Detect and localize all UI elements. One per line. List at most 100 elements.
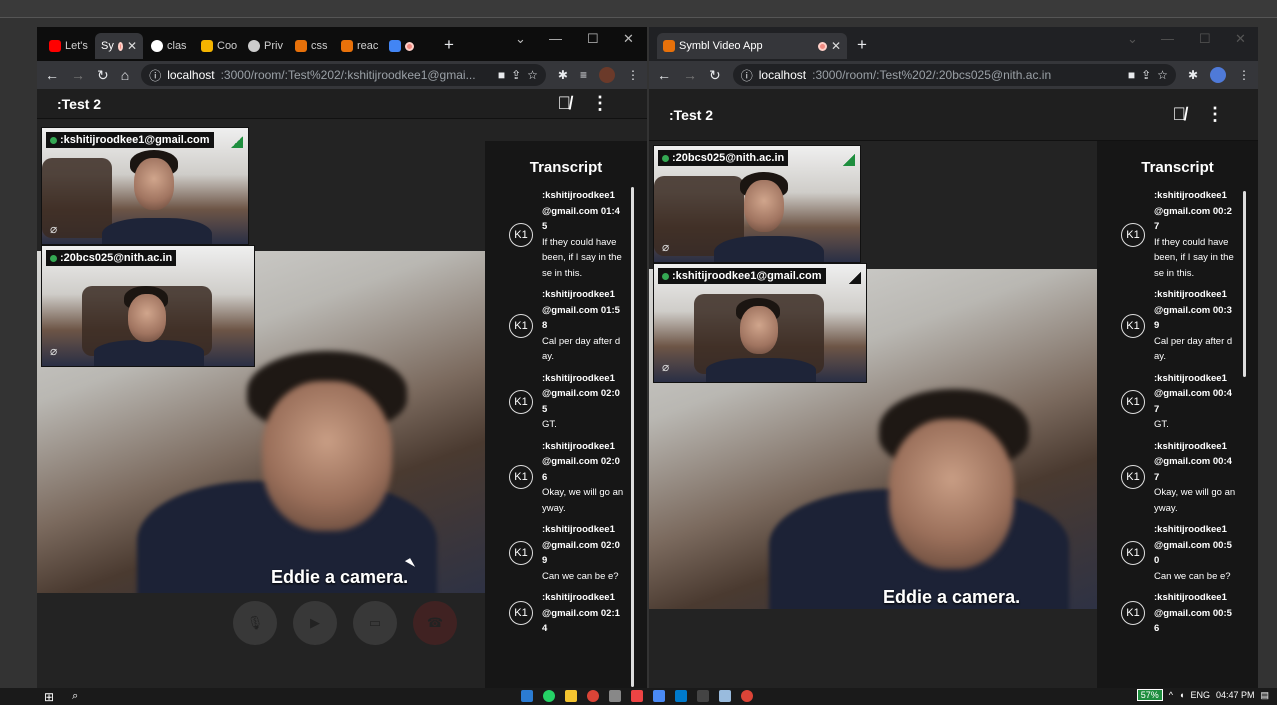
app-header: :Test 2 🎙̸ ⋮ — [37, 89, 647, 119]
tab-bar: Symbl Video App ✕ + ⌄ — ☐ ✕ — [649, 27, 1258, 61]
share-icon[interactable]: ⇪ — [511, 68, 521, 82]
close-tab-icon[interactable]: ✕ — [127, 39, 137, 53]
speaker-avatar: K1 — [1121, 222, 1145, 247]
clock[interactable]: 04:47 PM — [1216, 690, 1255, 700]
signal-icon — [849, 272, 861, 284]
transcript-panel: Transcript K1 :kshitijroodkee1@gmail.com… — [1097, 141, 1258, 688]
call-controls: 🎙 ▶ ▭ ☎ — [233, 601, 457, 645]
speaker-avatar: K1 — [509, 313, 533, 338]
tab-symbl-video-app[interactable]: Symbl Video App ✕ — [657, 33, 847, 59]
new-tab-button[interactable]: + — [857, 35, 867, 55]
search-icon[interactable]: ⌕ — [72, 690, 78, 703]
chrome-icon[interactable] — [587, 690, 599, 702]
windows-start-icon[interactable]: ⊞ — [44, 690, 54, 704]
tab-github[interactable]: clas — [145, 33, 195, 59]
vscode-icon[interactable] — [675, 690, 687, 702]
bookmark-star-icon[interactable]: ☆ — [1157, 68, 1168, 82]
profile-avatar[interactable] — [1210, 67, 1226, 83]
extensions-icon[interactable]: ✱ — [1188, 68, 1198, 82]
terminal-icon[interactable] — [697, 690, 709, 702]
participant-tile[interactable]: :20bcs025@nith.ac.in ⌀ — [41, 245, 255, 367]
volume-icon[interactable]: ◖ — [1179, 690, 1184, 700]
tab-privacy[interactable]: Priv — [242, 33, 288, 59]
app-icon[interactable] — [653, 690, 665, 702]
participant-tile[interactable]: :20bcs025@nith.ac.in ⌀ — [653, 145, 861, 263]
reload-icon[interactable]: ↻ — [709, 67, 721, 84]
mic-button[interactable]: 🎙 — [233, 601, 277, 645]
transcript-entry: K1 :kshitijroodkee1@gmail.com 00:56 — [1121, 590, 1258, 637]
home-icon[interactable]: ⌂ — [121, 67, 129, 83]
status-dot-icon — [50, 136, 57, 144]
reading-list-icon[interactable]: ≡ — [580, 68, 587, 82]
share-screen-button[interactable]: ▭ — [353, 601, 397, 645]
more-options-icon[interactable]: ⋮ — [1206, 104, 1224, 125]
maximize-button[interactable]: ☐ — [1199, 31, 1211, 47]
share-icon[interactable]: ⇪ — [1141, 68, 1151, 82]
room-title: :Test 2 — [669, 106, 714, 123]
transcript-entry: K1 :kshitijroodkee1@gmail.com 02:06 Okay,… — [509, 439, 647, 517]
browser-toolbar: ← → ↻ ⌂ ⓘ localhost:3000/room/:Test%202/… — [37, 61, 647, 89]
chrome-icon[interactable] — [741, 690, 753, 702]
video-button[interactable]: ▶ — [293, 601, 337, 645]
minimize-button[interactable]: — — [1161, 31, 1174, 46]
tab-meet[interactable] — [383, 33, 429, 59]
system-tray: 57% ^ ◖ ENG 04:47 PM ▤ — [1136, 689, 1269, 701]
participant-tile[interactable]: :kshitijroodkee1@gmail.com ⌀ — [41, 127, 249, 245]
language[interactable]: ENG — [1190, 690, 1210, 700]
tab-search-icon[interactable]: ⌄ — [1127, 31, 1138, 47]
notifications-icon[interactable]: ▤ — [1260, 690, 1269, 701]
chevron-up-icon[interactable]: ^ — [1169, 690, 1173, 700]
address-bar[interactable]: ⓘ localhost:3000/room/:Test%202/:kshitij… — [141, 64, 546, 86]
tab-css[interactable]: css — [289, 33, 333, 59]
signal-icon — [231, 136, 243, 148]
close-window-button[interactable]: ✕ — [623, 31, 634, 47]
app-icon[interactable] — [609, 690, 621, 702]
file-explorer-icon[interactable] — [565, 690, 577, 702]
browser-window-left: Let's Sy ✕ clas Coo Priv css reac + ⌄ — … — [37, 27, 647, 688]
app-icon[interactable] — [521, 690, 533, 702]
reload-icon[interactable]: ↻ — [97, 67, 109, 84]
tab-cookies[interactable]: Coo — [195, 33, 241, 59]
extensions-icon[interactable]: ✱ — [558, 68, 568, 82]
forward-icon[interactable]: → — [683, 67, 697, 83]
mic-off-icon[interactable]: 🎙̸ — [1173, 104, 1187, 125]
camera-in-use-icon[interactable]: ■ — [1128, 68, 1135, 82]
transcript-title: Transcript — [1141, 159, 1214, 176]
maximize-button[interactable]: ☐ — [587, 31, 599, 47]
address-bar[interactable]: ⓘ localhost:3000/room/:Test%202/:20bcs02… — [732, 64, 1176, 86]
profile-avatar[interactable] — [599, 67, 615, 83]
transcript-entry: K1 :kshitijroodkee1@gmail.com 00:27 If th… — [1121, 188, 1258, 281]
menu-icon[interactable]: ⋮ — [627, 68, 639, 82]
tab-symbl[interactable]: Sy ✕ — [95, 33, 143, 59]
new-tab-button[interactable]: + — [444, 35, 454, 55]
end-call-button[interactable]: ☎ — [413, 601, 457, 645]
whatsapp-icon[interactable] — [543, 690, 555, 702]
back-icon[interactable]: ← — [45, 67, 59, 83]
tab-react[interactable]: reac — [335, 33, 381, 59]
mic-off-icon: ⌀ — [50, 344, 58, 358]
transcript-entry: K1 :kshitijroodkee1@gmail.com 02:14 — [509, 590, 647, 637]
transcript-panel: Transcript K1 :kshitijroodkee1@gmail.com… — [485, 141, 647, 688]
battery-indicator[interactable]: 57% — [1136, 689, 1163, 701]
tab-search-icon[interactable]: ⌄ — [515, 31, 526, 47]
participant-label: :kshitijroodkee1@gmail.com — [46, 132, 214, 148]
speaker-avatar: K1 — [509, 222, 533, 247]
mic-off-icon[interactable]: 🎙̸ — [558, 93, 572, 114]
app-icon[interactable] — [719, 690, 731, 702]
camera-in-use-icon[interactable]: ■ — [498, 68, 505, 82]
mic-off-icon: ⌀ — [50, 222, 58, 236]
bookmark-star-icon[interactable]: ☆ — [527, 68, 538, 82]
transcript-entry: K1 :kshitijroodkee1@gmail.com 00:50 Can w… — [1121, 522, 1258, 584]
forward-icon[interactable]: → — [71, 67, 85, 83]
close-window-button[interactable]: ✕ — [1235, 31, 1246, 47]
participant-tile[interactable]: :kshitijroodkee1@gmail.com ⌀ — [653, 263, 867, 383]
speaker-avatar: K1 — [1121, 541, 1145, 565]
more-options-icon[interactable]: ⋮ — [591, 93, 609, 114]
menu-icon[interactable]: ⋮ — [1238, 68, 1250, 82]
tab-youtube[interactable]: Let's — [43, 33, 93, 59]
close-tab-icon[interactable]: ✕ — [831, 39, 841, 53]
app-header: :Test 2 🎙̸ ⋮ — [649, 89, 1258, 141]
app-icon[interactable] — [631, 690, 643, 702]
back-icon[interactable]: ← — [657, 67, 671, 83]
minimize-button[interactable]: — — [549, 31, 562, 46]
